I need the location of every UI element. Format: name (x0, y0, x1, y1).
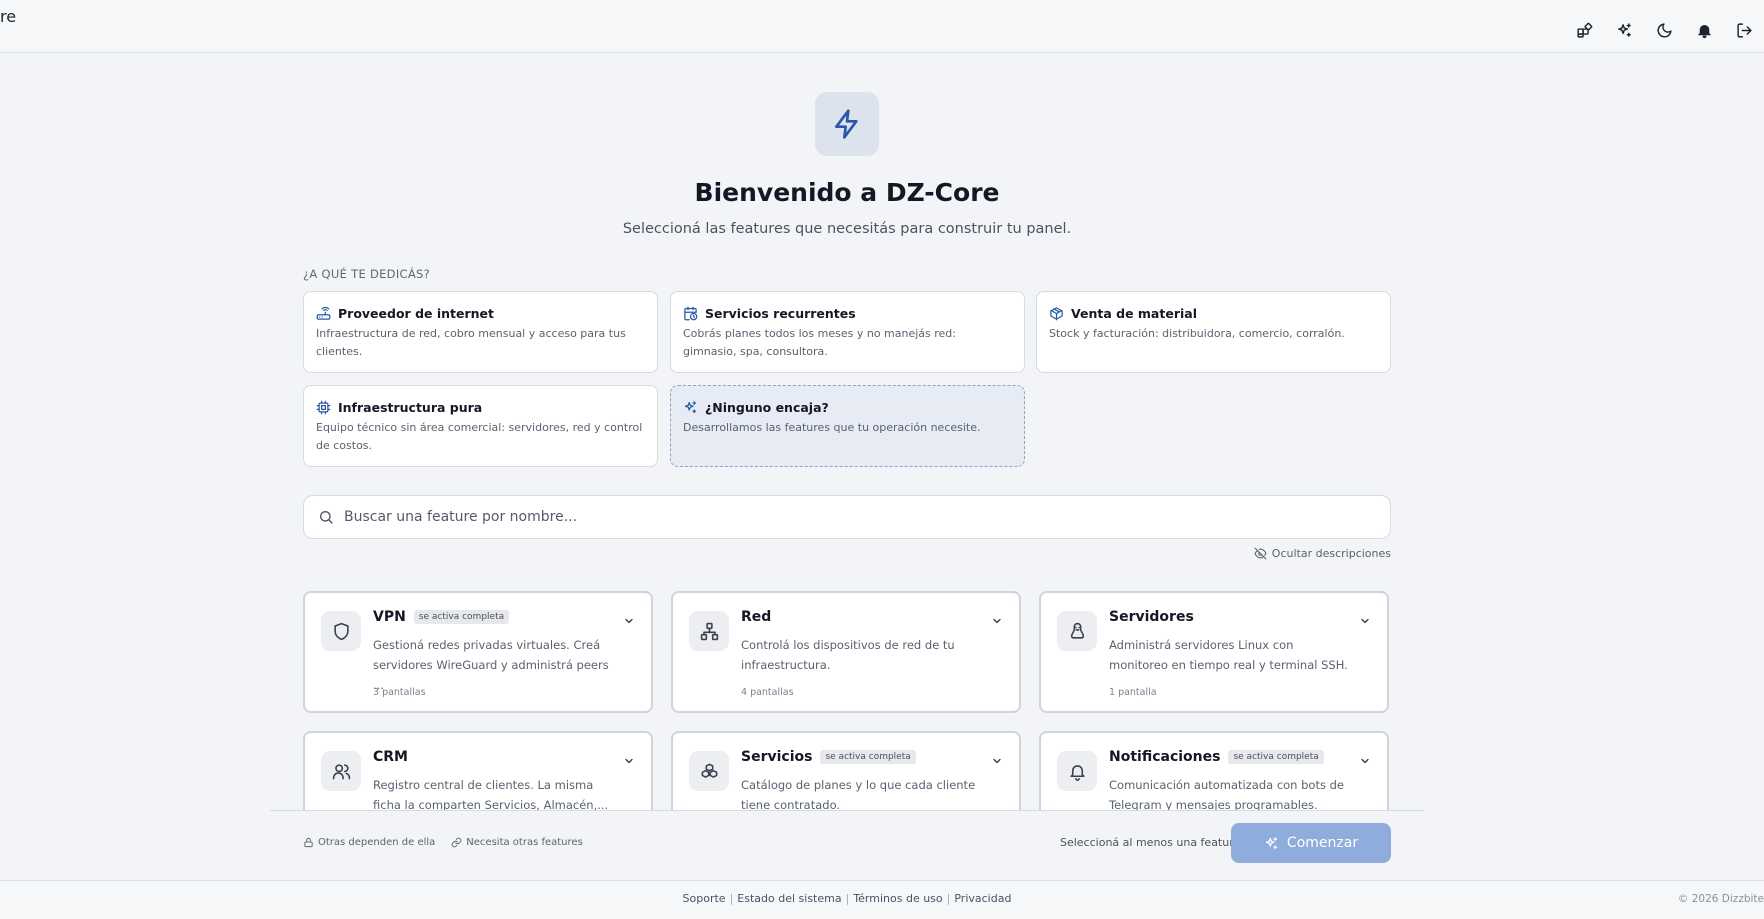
use-case-desc: Equipo técnico sin área comercial: servi… (316, 421, 643, 452)
hide-descriptions-label: Ocultar descripciones (1271, 547, 1391, 560)
feature-name: Red (741, 609, 772, 625)
lock-icon (304, 837, 313, 848)
feature-screen-count: 4 pantallas (741, 687, 794, 698)
chevron-down-icon[interactable] (1359, 755, 1371, 767)
footer-link-privacy[interactable]: Privacidad (954, 892, 1011, 905)
sparkles-icon[interactable] (1604, 10, 1644, 50)
feature-screen-count: 1 pantalla (1109, 687, 1157, 698)
chevron-down-icon[interactable] (991, 615, 1003, 627)
feature-name: CRM (373, 749, 408, 765)
feature-grid: VPN se activa completa Gestioná redes pr… (270, 585, 1424, 810)
use-case-desc: Infraestructura de red, cobro mensual y … (316, 327, 626, 358)
use-case-card-recurring[interactable]: Servicios recurrentes Cobrás planes todo… (670, 291, 1025, 373)
top-actions (1564, 10, 1764, 50)
feature-name: Servidores (1109, 609, 1194, 625)
feature-badge: se activa completa (413, 610, 510, 624)
footer-link-terms[interactable]: Términos de uso (853, 892, 942, 905)
users-icon (321, 751, 361, 791)
bell-icon (1057, 751, 1097, 791)
legend-depended: Otras dependen de ella (303, 837, 435, 848)
footer-link-status[interactable]: Estado del sistema (737, 892, 841, 905)
start-button-label: Comenzar (1286, 835, 1359, 851)
link-icon (452, 837, 462, 848)
hide-descriptions-toggle[interactable]: Ocultar descripciones (1254, 547, 1391, 560)
search-icon (320, 511, 333, 524)
use-case-title: Servicios recurrentes (705, 306, 856, 321)
grid-icon[interactable] (1564, 10, 1604, 50)
feature-desc: Catálogo de planes y lo que cada cliente… (741, 778, 976, 810)
feature-card-red[interactable]: Red Controlá los dispositivos de red de … (671, 591, 1021, 713)
feature-name: Servicios (741, 749, 813, 765)
selection-hint: Seleccioná al menos una feature (1060, 836, 1241, 849)
footer-links: Soporte | Estado del sistema | Términos de u… (682, 892, 1012, 905)
sparkles-icon (1265, 836, 1278, 849)
chevron-down-icon[interactable] (1359, 615, 1371, 627)
legend-depended-label: Otras dependen de ella (318, 837, 436, 848)
legend-needs: Necesita otras features (451, 837, 583, 848)
page-subtitle: Seleccioná las features que necesitás pa… (622, 221, 1072, 237)
network-icon (689, 611, 729, 651)
feature-search (303, 495, 1391, 539)
use-case-card-isp[interactable]: Proveedor de internet Infraestructura de… (303, 291, 658, 373)
feature-screen-count: 3 pantallas (373, 687, 426, 698)
use-case-card-custom[interactable]: ¿Ninguno encaja? Desarrollamos las featu… (670, 385, 1025, 467)
use-case-desc: Stock y facturación: distribuidora, come… (1049, 327, 1345, 340)
feature-name: VPN (373, 609, 406, 625)
start-button[interactable]: Comenzar (1231, 823, 1391, 863)
use-case-title: Infraestructura pura (338, 400, 483, 415)
search-input[interactable] (344, 509, 1344, 525)
copyright: © 2026 Dizzbite (1677, 893, 1764, 905)
feature-badge: se activa completa (820, 750, 916, 764)
bolt-icon (815, 92, 879, 156)
moon-icon[interactable] (1644, 10, 1684, 50)
use-case-desc: Desarrollamos las features que tu operac… (683, 421, 981, 434)
eye-off-icon (1254, 547, 1267, 560)
chevron-down-icon[interactable] (991, 755, 1003, 767)
calendar-clock-icon (684, 306, 698, 321)
dependency-legend: Otras dependen de ella Necesita otras fe… (303, 837, 583, 848)
router-icon (316, 306, 331, 320)
use-case-section-label: ¿A QUÉ TE DEDICÁS? (303, 267, 431, 281)
sparkles-icon (684, 401, 697, 414)
feature-card-crm[interactable]: CRM Registro central de clientes. La mis… (303, 731, 653, 810)
use-case-title: Venta de material (1071, 306, 1197, 321)
bell-icon[interactable] (1684, 10, 1724, 50)
logout-icon[interactable] (1724, 10, 1764, 50)
feature-desc: Administrá servidores Linux con monitore… (1109, 638, 1348, 672)
linux-icon (1057, 611, 1097, 651)
page-title: Bienvenido a DZ-Core (694, 178, 1000, 207)
feature-badge: se activa completa (1228, 750, 1324, 764)
chevron-down-icon[interactable] (623, 755, 635, 767)
top-bar: re (0, 0, 1764, 53)
use-case-card-infra[interactable]: Infraestructura pura Equipo técnico sin … (303, 385, 658, 467)
feature-desc: Registro central de clientes. La misma f… (373, 778, 609, 810)
feature-desc: Comunicación automatizada con bots de Te… (1109, 778, 1344, 810)
feature-desc: Controlá los dispositivos de red de tu i… (741, 638, 955, 672)
use-case-title: Proveedor de internet (338, 306, 494, 321)
footer: Soporte | Estado del sistema | Términos de u… (0, 880, 1764, 919)
brand-name: re (0, 7, 17, 26)
bottom-action-bar: Otras dependen de ella Necesita otras fe… (270, 810, 1424, 880)
legend-needs-label: Necesita otras features (466, 837, 583, 848)
use-case-title: ¿Ninguno encaja? (705, 400, 829, 415)
feature-desc: Gestioná redes privadas virtuales. Creá … (373, 638, 609, 692)
feature-card-servicios[interactable]: Servicios se activa completa Catálogo de… (671, 731, 1021, 810)
boxes-icon (689, 751, 729, 791)
feature-name: Notificaciones (1109, 749, 1221, 765)
feature-card-servidores[interactable]: Servidores Administrá servidores Linux c… (1039, 591, 1389, 713)
chevron-down-icon[interactable] (623, 615, 635, 627)
feature-card-notificaciones[interactable]: Notificaciones se activa completa Comuni… (1039, 731, 1389, 810)
shield-icon (321, 611, 361, 651)
package-icon (1050, 307, 1063, 321)
footer-link-support[interactable]: Soporte (683, 892, 726, 905)
use-case-card-material[interactable]: Venta de material Stock y facturación: d… (1036, 291, 1391, 373)
feature-card-vpn[interactable]: VPN se activa completa Gestioná redes pr… (303, 591, 653, 713)
use-case-desc: Cobrás planes todos los meses y no manej… (683, 327, 956, 358)
chip-icon (316, 400, 331, 415)
